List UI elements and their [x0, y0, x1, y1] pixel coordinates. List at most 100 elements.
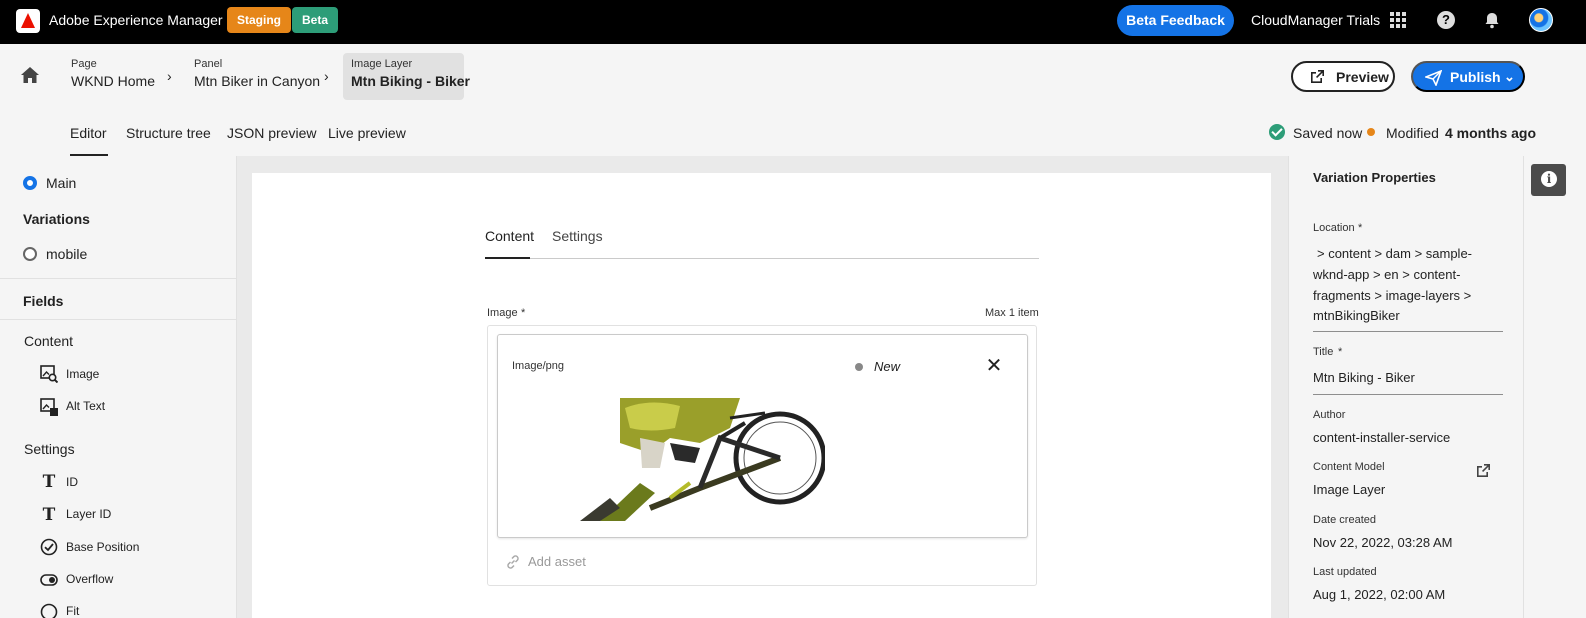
- home-icon[interactable]: [20, 66, 40, 84]
- check-circle-outline-icon: [40, 603, 58, 618]
- radio-mobile[interactable]: [23, 247, 37, 261]
- field-alt-text[interactable]: Alt Text: [66, 399, 105, 413]
- check-circle-icon: [1269, 124, 1285, 140]
- author-value: content-installer-service: [1313, 430, 1451, 445]
- publish-icon: [1425, 70, 1442, 86]
- apps-grid-icon[interactable]: [1390, 12, 1406, 28]
- settings-group-label: Settings: [24, 441, 75, 457]
- tab-editor[interactable]: Editor: [70, 125, 107, 141]
- field-underline: [1313, 394, 1503, 395]
- breadcrumb-panel[interactable]: Panel Mtn Biker in Canyon: [194, 58, 320, 89]
- asset-status: New: [874, 359, 901, 374]
- publish-label: Publish: [1450, 69, 1501, 85]
- app-title[interactable]: Adobe Experience Manager: [49, 12, 223, 28]
- link-icon: [507, 555, 519, 569]
- breadcrumb-name: WKND Home: [71, 73, 156, 89]
- top-bar: Adobe Experience Manager Staging Beta Be…: [0, 0, 1586, 44]
- adobe-logo-icon[interactable]: [16, 9, 40, 33]
- required-asterisk: *: [1358, 222, 1363, 234]
- tab-live-preview[interactable]: Live preview: [328, 125, 406, 141]
- field-overflow[interactable]: Overflow: [66, 572, 113, 586]
- toggle-icon: [40, 574, 58, 586]
- location-line: fragments > image-layers >: [1313, 288, 1472, 303]
- fields-heading: Fields: [23, 293, 64, 309]
- breadcrumb-name: Mtn Biker in Canyon: [194, 73, 321, 89]
- properties-title: Variation Properties: [1313, 170, 1436, 185]
- divider: [0, 278, 236, 279]
- breadcrumb-type: Page: [71, 58, 97, 70]
- status-dot: [855, 363, 863, 371]
- bell-icon[interactable]: [1483, 11, 1501, 29]
- field-image[interactable]: Image: [66, 367, 99, 381]
- org-switcher[interactable]: CloudManager Trials: [1251, 12, 1380, 28]
- beta-badge: Beta: [292, 7, 339, 33]
- asset-thumbnail-image: [580, 398, 825, 521]
- external-link-icon[interactable]: [1475, 463, 1491, 479]
- radio-main[interactable]: [23, 176, 37, 190]
- variations-heading: Variations: [23, 211, 90, 227]
- image-field-label: Image: [487, 307, 518, 319]
- breadcrumb-type: Image Layer: [351, 58, 413, 70]
- tabs-divider: [485, 258, 1039, 259]
- image-text-icon: [40, 398, 58, 416]
- modified-label: Modified: [1386, 125, 1439, 141]
- title-label: Title: [1313, 346, 1334, 358]
- field-id[interactable]: ID: [66, 475, 78, 489]
- side-rail: [1523, 156, 1586, 618]
- chevron-right-icon: ›: [324, 68, 329, 84]
- preview-label: Preview: [1336, 69, 1389, 85]
- max-items-hint: Max 1 item: [985, 307, 1039, 319]
- text-field-icon: T: [42, 505, 56, 525]
- field-layer-id[interactable]: Layer ID: [66, 507, 111, 521]
- required-asterisk: *: [1338, 346, 1343, 358]
- content-model-label: Content Model: [1313, 461, 1385, 473]
- location-line: mtnBikingBiker: [1313, 308, 1400, 323]
- tab-content[interactable]: Content: [485, 228, 534, 244]
- modified-time: 4 months ago: [1445, 125, 1537, 141]
- preview-button[interactable]: Preview: [1291, 61, 1395, 92]
- chevron-right-icon: ›: [167, 68, 172, 84]
- field-base-position[interactable]: Base Position: [66, 540, 139, 554]
- location-line: > content > dam > sample-: [1317, 246, 1473, 261]
- date-created-label: Date created: [1313, 514, 1376, 526]
- info-icon[interactable]: [1531, 164, 1566, 196]
- date-created-value: Nov 22, 2022, 03:28 AM: [1313, 535, 1453, 550]
- last-updated-label: Last updated: [1313, 566, 1377, 578]
- staging-badge: Staging: [227, 7, 291, 33]
- divider: [0, 319, 236, 320]
- text-field-icon: T: [42, 472, 56, 492]
- active-tab-indicator: [485, 257, 530, 259]
- external-link-icon: [1311, 70, 1324, 83]
- asset-mime-type: Image/png: [512, 360, 564, 372]
- publish-button[interactable]: Publish ⌄: [1411, 61, 1525, 92]
- location-label: Location: [1313, 222, 1355, 234]
- help-icon[interactable]: ?: [1437, 11, 1455, 29]
- field-underline: [1313, 331, 1503, 332]
- beta-feedback-button[interactable]: Beta Feedback: [1117, 5, 1234, 36]
- user-avatar[interactable]: [1529, 8, 1553, 32]
- tab-settings[interactable]: Settings: [552, 228, 603, 244]
- check-circle-outline-icon: [40, 538, 58, 556]
- breadcrumb-image-layer[interactable]: Image Layer Mtn Biking - Biker: [351, 58, 470, 89]
- location-line: wknd-app > en > content-: [1313, 267, 1461, 282]
- variation-mobile-label[interactable]: mobile: [46, 246, 87, 262]
- title-input[interactable]: Mtn Biking - Biker: [1313, 370, 1415, 385]
- breadcrumb-page[interactable]: Page WKND Home: [71, 58, 155, 89]
- breadcrumb-name: Mtn Biking - Biker: [351, 73, 471, 89]
- breadcrumb-type: Panel: [194, 58, 223, 70]
- modified-status-dot: [1367, 128, 1375, 136]
- author-label: Author: [1313, 409, 1346, 421]
- last-updated-value: Aug 1, 2022, 02:00 AM: [1313, 587, 1446, 602]
- tab-structure-tree[interactable]: Structure tree: [126, 125, 211, 141]
- saved-status: Saved now: [1293, 125, 1363, 141]
- image-search-icon: [40, 365, 58, 383]
- tab-json-preview[interactable]: JSON preview: [227, 125, 316, 141]
- close-icon[interactable]: ✕: [984, 356, 1004, 376]
- content-group-label: Content: [24, 333, 74, 349]
- variation-main-label[interactable]: Main: [46, 175, 76, 191]
- required-asterisk: *: [521, 307, 526, 319]
- field-fit[interactable]: Fit: [66, 604, 79, 618]
- content-model-value: Image Layer: [1313, 482, 1386, 497]
- add-asset-button[interactable]: Add asset: [528, 554, 586, 569]
- chevron-down-icon[interactable]: ⌄: [1504, 69, 1515, 85]
